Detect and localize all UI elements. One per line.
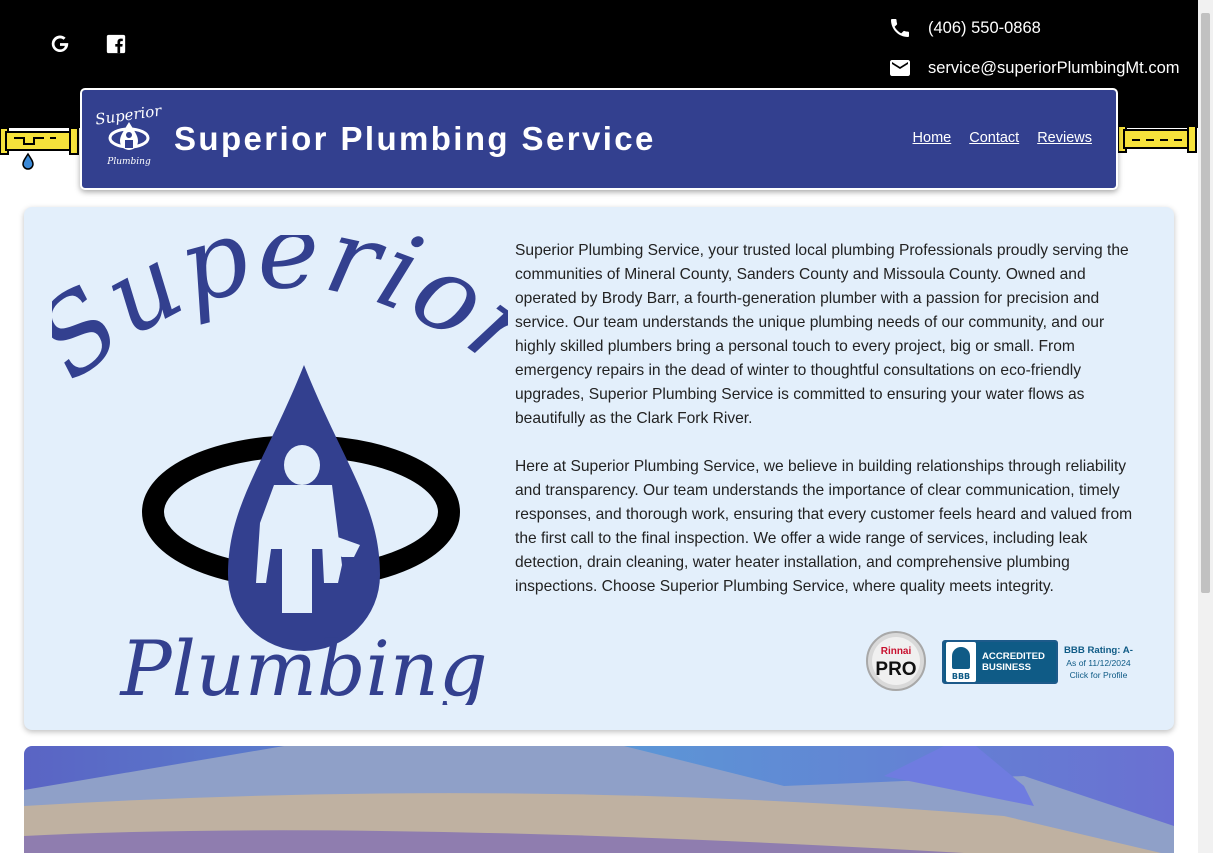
about-paragraph-2: Here at Superior Plumbing Service, we be… xyxy=(515,458,1133,595)
header-logo[interactable]: Superior Plumbing xyxy=(96,102,162,168)
mail-icon xyxy=(890,60,910,76)
phone-contact[interactable]: (406) 550-0868 xyxy=(888,16,1041,40)
header-logo-bottom-word: Plumbing xyxy=(106,157,151,167)
email-contact[interactable]: service@superiorPlumbingMt.com xyxy=(888,56,1180,80)
bbb-profile-link[interactable]: Click for Profile xyxy=(1064,670,1133,680)
svg-text:Superior: Superior xyxy=(52,235,508,403)
logo-word-superior: Superior xyxy=(52,235,508,403)
about-paragraph-1: Superior Plumbing Service, your trusted … xyxy=(515,242,1129,427)
bbb-seal-line2: BUSINESS xyxy=(982,662,1032,673)
phone-number[interactable]: (406) 550-0868 xyxy=(928,19,1041,38)
nav-contact[interactable]: Contact xyxy=(969,130,1019,146)
logo-word-plumbing: Plumbing xyxy=(118,624,487,705)
nav-reviews[interactable]: Reviews xyxy=(1037,130,1092,146)
page-scrollbar[interactable] xyxy=(1198,0,1213,853)
hero-landscape-image xyxy=(24,746,1174,853)
scrollbar-thumb[interactable] xyxy=(1201,13,1210,593)
bbb-seal-text: ACCREDITED BUSINESS xyxy=(982,651,1045,673)
main-nav: Home Contact Reviews xyxy=(913,130,1092,146)
rinnai-label: PRO xyxy=(875,659,916,680)
bbb-torch-icon: BBB xyxy=(946,642,976,682)
about-text: Superior Plumbing Service, your trusted … xyxy=(515,239,1145,599)
bbb-seal: BBB ACCREDITED BUSINESS xyxy=(942,640,1058,684)
site-title: Superior Plumbing Service xyxy=(174,120,656,157)
google-icon[interactable] xyxy=(49,33,71,55)
rinnai-pro-badge: Rinnai PRO xyxy=(866,631,926,691)
email-address[interactable]: service@superiorPlumbingMt.com xyxy=(928,59,1180,78)
bbb-rating-info: BBB Rating: A- As of 11/12/2024 Click fo… xyxy=(1064,645,1133,680)
site-header: Superior Plumbing Superior Plumbing Serv… xyxy=(80,88,1118,190)
rinnai-brand: Rinnai xyxy=(881,646,912,657)
bbb-rating: BBB Rating: A- xyxy=(1064,644,1133,656)
bbb-seal-line1: ACCREDITED xyxy=(982,651,1045,662)
facebook-icon[interactable] xyxy=(105,33,127,55)
phone-icon xyxy=(891,19,909,37)
superior-plumbing-logo: Superior Plumbing xyxy=(52,235,508,705)
nav-home[interactable]: Home xyxy=(913,130,952,146)
bbb-as-of: As of 11/12/2024 xyxy=(1066,657,1131,668)
pipe-right-decoration xyxy=(1117,125,1197,153)
bbb-accreditation-badge[interactable]: BBB ACCREDITED BUSINESS BBB Rating: A- A… xyxy=(942,639,1138,685)
bbb-logo-text: BBB xyxy=(951,672,971,681)
about-card: Superior Plumbing Superior Plumbing Serv… xyxy=(24,207,1174,730)
pipe-left-decoration xyxy=(0,127,79,170)
